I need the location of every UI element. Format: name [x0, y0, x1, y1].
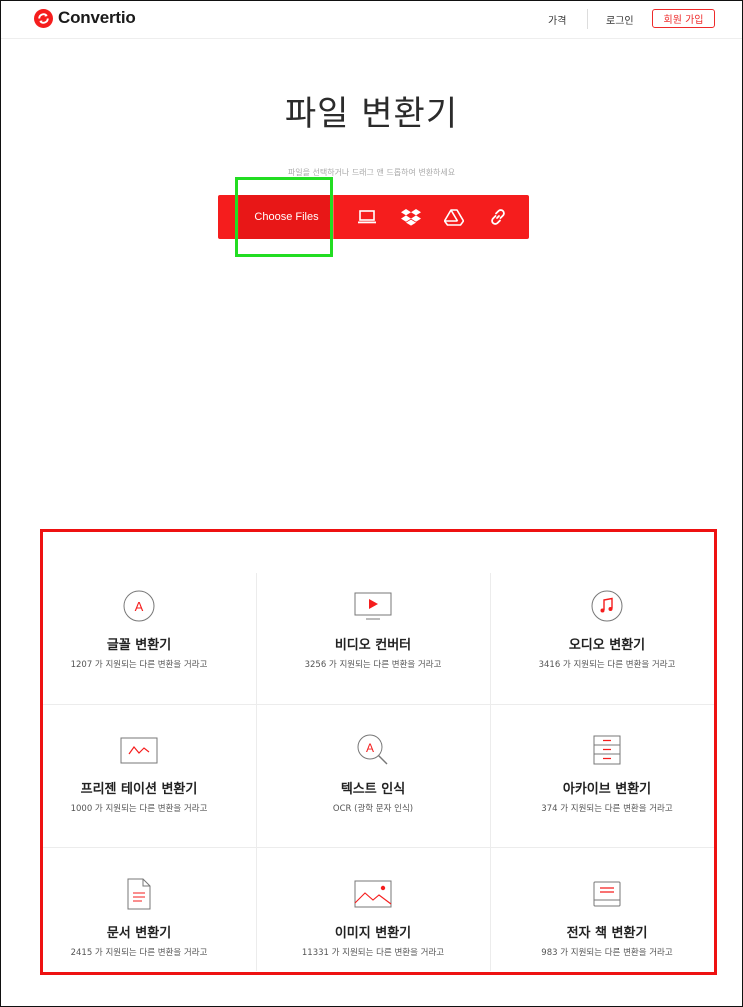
font-icon: A	[123, 590, 155, 622]
converter-video[interactable]: 비디오 컨버터 3256 가 지원되는 다른 변환을 거라고	[256, 590, 490, 670]
presentation-icon	[120, 737, 158, 764]
convertio-logo-icon	[34, 8, 53, 28]
converter-archive[interactable]: 아카이브 변환기 374 가 지원되는 다른 변환을 거라고	[490, 734, 724, 814]
converter-desc: 2415 가 지원되는 다른 변환을 거라고	[70, 948, 208, 958]
converter-desc: OCR (광학 문자 인식)	[332, 804, 414, 814]
nav-login-link[interactable]: 로그인	[606, 12, 634, 27]
source-dropbox[interactable]	[401, 207, 421, 227]
converter-desc: 1207 가 지원되는 다른 변환을 거라고	[70, 660, 208, 670]
source-url[interactable]	[488, 207, 508, 227]
converter-audio[interactable]: 오디오 변환기 3416 가 지원되는 다른 변환을 거라고	[490, 590, 724, 670]
audio-icon	[591, 590, 623, 622]
archive-icon	[593, 735, 621, 765]
converter-name: 전자 책 변환기	[566, 926, 648, 941]
converter-name: 이미지 변환기	[334, 926, 412, 941]
converter-ebook[interactable]: 전자 책 변환기 983 가 지원되는 다른 변환을 거라고	[490, 878, 724, 958]
converter-image[interactable]: 이미지 변환기 11331 가 지원되는 다른 변환을 거라고	[256, 878, 490, 958]
link-icon	[491, 209, 505, 225]
image-icon	[354, 880, 392, 908]
video-icon	[354, 592, 392, 620]
converter-document[interactable]: 문서 변환기 2415 가 지원되는 다른 변환을 거라고	[22, 878, 256, 958]
dropbox-icon	[401, 209, 421, 226]
ocr-icon: A	[357, 734, 388, 765]
page-title: 파일 변환기	[284, 94, 459, 134]
nav-price-link[interactable]: 가격	[548, 12, 566, 27]
choose-files-divider	[333, 195, 334, 239]
annotation-highlight-green	[235, 177, 333, 257]
converter-desc: 374 가 지원되는 다른 변환을 거라고	[541, 804, 673, 814]
grid-divider	[43, 704, 714, 705]
page-subtitle: 파일을 선택하거나 드래그 앤 드롭하여 변환하세요	[287, 168, 456, 177]
converter-desc: 1000 가 지원되는 다른 변환을 거라고	[70, 804, 208, 814]
laptop-icon	[358, 210, 376, 224]
logo-text: Convertio	[58, 8, 136, 27]
converter-name: 비디오 컨버터	[334, 638, 412, 653]
converter-desc: 3256 가 지원되는 다른 변환을 거라고	[304, 660, 442, 670]
converter-presentation[interactable]: 프리젠 테이션 변환기 1000 가 지원되는 다른 변환을 거라고	[22, 734, 256, 814]
signup-button[interactable]: 회원 가입	[652, 9, 715, 28]
converter-name: 아카이브 변환기	[562, 782, 652, 797]
converter-name: 오디오 변환기	[568, 638, 646, 653]
svg-text:A: A	[135, 599, 144, 614]
converter-name: 문서 변환기	[106, 926, 172, 941]
google-drive-icon	[444, 208, 464, 226]
source-google-drive[interactable]	[444, 207, 464, 227]
grid-divider	[43, 847, 714, 848]
converter-font[interactable]: A 글꼴 변환기 1207 가 지원되는 다른 변환을 거라고	[22, 590, 256, 670]
svg-text:A: A	[366, 741, 374, 755]
converter-name: 텍스트 인식	[340, 782, 406, 797]
converter-desc: 3416 가 지원되는 다른 변환을 거라고	[538, 660, 676, 670]
ebook-icon	[593, 881, 621, 907]
source-laptop[interactable]	[357, 207, 377, 227]
nav-divider	[587, 9, 588, 29]
logo[interactable]: Convertio	[34, 8, 136, 28]
top-header: Convertio 가격 로그인 회원 가입	[1, 1, 742, 39]
converter-ocr[interactable]: A 텍스트 인식 OCR (광학 문자 인식)	[256, 734, 490, 814]
converter-name: 프리젠 테이션 변환기	[80, 782, 198, 797]
document-icon	[127, 878, 151, 910]
converter-desc: 11331 가 지원되는 다른 변환을 거라고	[301, 948, 445, 958]
converter-name: 글꼴 변환기	[106, 638, 172, 653]
converter-desc: 983 가 지원되는 다른 변환을 거라고	[541, 948, 673, 958]
